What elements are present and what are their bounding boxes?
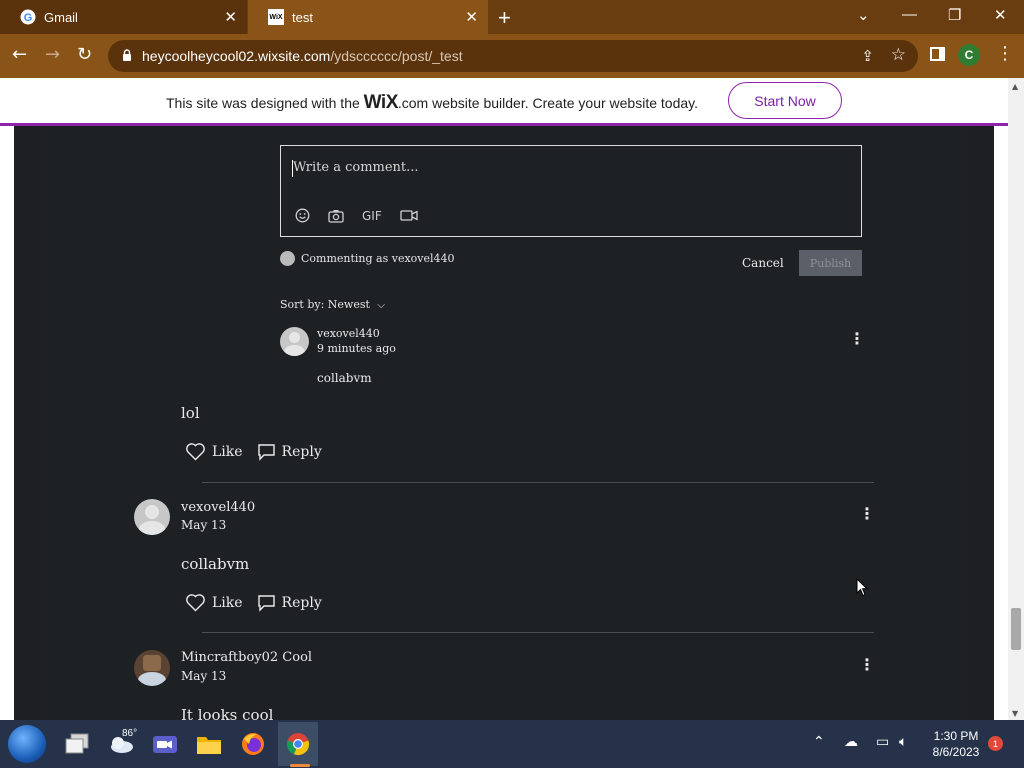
publish-button[interactable]: Publish (799, 250, 862, 276)
comment-actions: Like Reply (185, 593, 336, 612)
reload-icon[interactable]: ↻ (77, 44, 92, 65)
reply-author[interactable]: vexovel440 (317, 327, 380, 340)
wix-banner: This site was designed with the WiX.com … (0, 78, 1008, 126)
scroll-down-icon[interactable]: ▼ (1012, 709, 1018, 718)
close-tab-icon[interactable]: ✕ (224, 8, 237, 26)
sort-dropdown[interactable]: Sort by: Newest ⌵ (280, 298, 385, 311)
tab-test[interactable]: WiX test ✕ (248, 0, 488, 34)
chevron-down-icon: ⌵ (377, 300, 386, 311)
comment-timestamp: May 13 (181, 669, 227, 683)
start-button[interactable] (8, 725, 46, 763)
post-container: Write a comment... GIF Commenting as vex… (14, 126, 994, 720)
onedrive-icon[interactable]: ☁ (844, 734, 858, 750)
comments-section: Write a comment... GIF Commenting as vex… (34, 126, 974, 720)
scroll-up-icon[interactable]: ▲ (1012, 82, 1018, 91)
tab-title: test (292, 9, 313, 25)
svg-text:G: G (24, 12, 33, 24)
user-avatar-icon (280, 251, 295, 266)
reply-button[interactable]: Reply (257, 443, 322, 461)
heart-icon (186, 594, 205, 612)
windows-taskbar: ⌃ ☁ ▭ 🔈︎ 1:30 PM 8/6/2023 1 (0, 720, 1024, 768)
wix-logo: WiX (363, 92, 399, 113)
avatar[interactable] (134, 650, 170, 686)
video-icon[interactable] (400, 209, 418, 222)
chrome-icon[interactable] (282, 728, 314, 760)
network-icon[interactable]: ▭ (876, 734, 889, 750)
like-button[interactable]: Like (185, 442, 243, 461)
comment-more-options-icon[interactable]: ⋮ (859, 657, 875, 673)
volume-icon[interactable]: 🔈︎ (899, 734, 907, 750)
profile-avatar[interactable]: C (958, 44, 980, 66)
bookmark-star-icon[interactable]: ☆ (891, 45, 906, 65)
reply-icon (257, 443, 275, 461)
taskbar-clock[interactable]: 1:30 PM 8/6/2023 (926, 728, 986, 760)
comment-text: collabvm (181, 555, 250, 573)
comment-composer[interactable]: Write a comment... GIF (280, 145, 862, 237)
divider (202, 482, 874, 483)
new-tab-button[interactable]: + (498, 5, 511, 31)
tab-strip: G Gmail ✕ WiX test ✕ + ⌄ — ❐ ✕ (0, 0, 1024, 34)
close-window-button[interactable]: ✕ (994, 6, 1007, 24)
weather-temperature: 86° (122, 728, 138, 739)
restore-button[interactable]: ❐ (948, 6, 961, 24)
file-explorer-icon[interactable] (193, 728, 225, 760)
show-hidden-icons[interactable]: ⌃ (813, 734, 825, 750)
comment-timestamp: May 13 (181, 518, 227, 532)
start-now-button[interactable]: Start Now (728, 82, 842, 119)
task-view-icon[interactable] (61, 728, 93, 760)
comment-text: It looks cool (181, 706, 274, 720)
comment-author[interactable]: Mincraftboy02 Cool (181, 650, 312, 665)
back-icon[interactable]: ← (12, 44, 27, 65)
commenting-as: Commenting as vexovel440 (280, 251, 455, 266)
gif-icon[interactable]: GIF (362, 209, 382, 223)
comment-more-options-icon[interactable]: ⋮ (859, 506, 875, 522)
side-panel-icon[interactable] (930, 47, 945, 61)
reply-timestamp: 9 minutes ago (317, 342, 396, 355)
emoji-icon[interactable] (295, 208, 310, 223)
browser-menu-icon[interactable]: ⋮ (996, 43, 1014, 64)
page-viewport: Write a comment... GIF Commenting as vex… (0, 126, 1008, 720)
like-button[interactable]: Like (185, 593, 243, 612)
avatar[interactable] (134, 499, 170, 535)
scrollbar-thumb[interactable] (1011, 608, 1021, 650)
comment-text: lol (181, 404, 200, 422)
mouse-cursor-icon (856, 578, 868, 597)
page-scrollbar[interactable]: ▲ ▼ (1008, 78, 1024, 720)
reply-button[interactable]: Reply (257, 594, 322, 612)
forward-icon[interactable]: → (45, 44, 60, 65)
tab-gmail[interactable]: G Gmail ✕ (0, 0, 247, 34)
comment-author[interactable]: vexovel440 (181, 500, 255, 515)
composer-toolbar: GIF (295, 208, 436, 223)
comment-input-placeholder: Write a comment... (293, 160, 419, 175)
heart-icon (186, 443, 205, 461)
wix-icon: WiX (268, 9, 284, 25)
reply-icon (257, 594, 275, 612)
google-icon: G (20, 9, 36, 25)
share-icon[interactable]: ⇪ (861, 47, 874, 65)
close-tab-icon[interactable]: ✕ (465, 8, 478, 26)
comment-actions: Like Reply (185, 442, 336, 461)
firefox-icon[interactable] (237, 728, 269, 760)
browser-toolbar: ← → ↻ heycoolheycool02.wixsite.com/ydscc… (0, 34, 1024, 78)
url-text: heycoolheycool02.wixsite.com/ydscccccc/p… (142, 48, 463, 64)
divider (202, 632, 874, 633)
minimize-button[interactable]: — (902, 6, 917, 23)
cancel-button[interactable]: Cancel (742, 256, 784, 270)
address-bar[interactable]: heycoolheycool02.wixsite.com/ydscccccc/p… (108, 40, 918, 72)
reply-more-options-icon[interactable]: ⋮ (849, 331, 865, 347)
camera-icon[interactable] (328, 209, 344, 223)
reply-text: collabvm (317, 371, 372, 385)
lock-icon (123, 49, 131, 61)
meet-icon[interactable] (149, 728, 181, 760)
tab-search-icon[interactable]: ⌄ (857, 6, 870, 24)
running-indicator (290, 764, 310, 767)
tab-title: Gmail (44, 9, 78, 25)
wix-banner-message: This site was designed with the WiX.com … (166, 92, 698, 113)
avatar[interactable] (280, 327, 309, 356)
notification-badge[interactable]: 1 (988, 736, 1003, 751)
